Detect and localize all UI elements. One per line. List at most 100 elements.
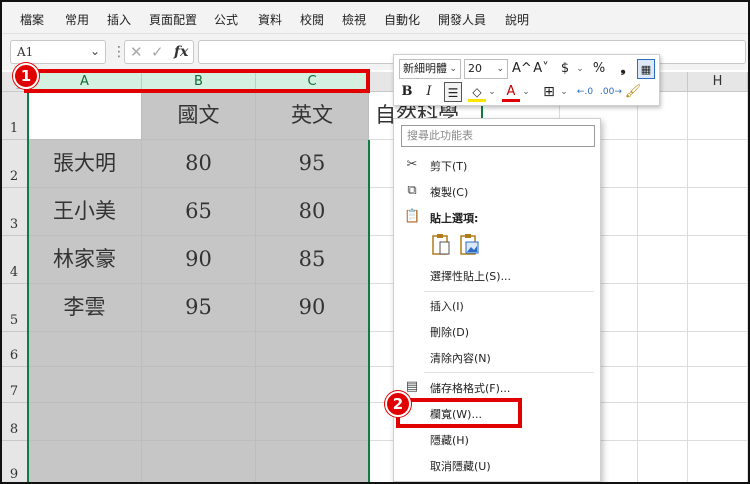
chevron-down-icon[interactable]: ⌄: [522, 82, 530, 102]
cell-c7[interactable]: [256, 367, 369, 403]
cell-c5[interactable]: 90: [256, 284, 369, 332]
cell-h5[interactable]: [688, 284, 748, 332]
decrease-decimal-icon[interactable]: .00→: [600, 82, 622, 102]
menu-item-cut[interactable]: ✂ 剪下(T): [394, 153, 600, 177]
cell-h6[interactable]: [688, 332, 748, 367]
cell-b7[interactable]: [142, 367, 256, 403]
format-painter-table-icon[interactable]: ▦: [637, 59, 655, 79]
shrink-font-button[interactable]: A˅: [532, 59, 550, 79]
row-header-1[interactable]: 1: [2, 92, 28, 140]
menu-data[interactable]: 資料: [258, 11, 282, 28]
menu-page-layout[interactable]: 頁面配置: [149, 11, 197, 28]
cell-h3[interactable]: [688, 188, 748, 236]
cell-g7[interactable]: [638, 367, 688, 403]
paste-option-picture[interactable]: [458, 233, 480, 257]
column-header-h[interactable]: H: [688, 72, 748, 92]
cell-g2[interactable]: [638, 140, 688, 188]
italic-button[interactable]: I: [420, 82, 438, 102]
grow-font-button[interactable]: A^: [512, 59, 532, 79]
menu-formulas[interactable]: 公式: [214, 11, 238, 28]
menu-view[interactable]: 檢視: [342, 11, 366, 28]
align-center-icon[interactable]: ☰: [444, 82, 462, 102]
row-header-3[interactable]: 3: [2, 188, 28, 236]
menu-item-clear-contents[interactable]: 清除內容(N): [394, 345, 600, 369]
fill-color-icon[interactable]: ◇: [468, 82, 486, 102]
increase-decimal-icon[interactable]: ←.0: [576, 82, 594, 102]
cell-a8[interactable]: [28, 403, 142, 441]
menu-file[interactable]: 檔案: [20, 11, 44, 28]
menu-item-delete[interactable]: 刪除(D): [394, 319, 600, 343]
cell-b8[interactable]: [142, 403, 256, 441]
cell-a6[interactable]: [28, 332, 142, 367]
cancel-icon[interactable]: ✕: [130, 43, 143, 61]
cell-b5[interactable]: 95: [142, 284, 256, 332]
cell-a4[interactable]: 林家豪: [28, 236, 142, 284]
font-name-select[interactable]: 新細明體 ⌄: [399, 59, 461, 79]
cell-h9[interactable]: [688, 441, 748, 482]
row-header-9[interactable]: 9: [2, 441, 28, 482]
cell-h4[interactable]: [688, 236, 748, 284]
cell-g3[interactable]: [638, 188, 688, 236]
menu-item-hide[interactable]: 隱藏(H): [394, 427, 600, 451]
menu-review[interactable]: 校閱: [300, 11, 324, 28]
cell-b4[interactable]: 90: [142, 236, 256, 284]
comma-style-button[interactable]: ❟: [614, 59, 632, 79]
row-header-2[interactable]: 2: [2, 140, 28, 188]
insert-function-button[interactable]: fx: [174, 44, 188, 60]
cell-b3[interactable]: 65: [142, 188, 256, 236]
menu-item-copy[interactable]: ⧉ 複製(C): [394, 179, 600, 203]
cell-g4[interactable]: [638, 236, 688, 284]
borders-icon[interactable]: ⊞: [540, 82, 558, 102]
menu-item-unhide[interactable]: 取消隱藏(U): [394, 453, 600, 477]
name-box[interactable]: A1 ⌄: [10, 40, 106, 64]
cell-b2[interactable]: 80: [142, 140, 256, 188]
cell-c8[interactable]: [256, 403, 369, 441]
currency-format-button[interactable]: $: [556, 59, 574, 79]
chevron-down-icon[interactable]: ⌄: [576, 59, 584, 79]
bold-button[interactable]: B: [398, 82, 416, 102]
row-header-7[interactable]: 7: [2, 367, 28, 403]
menu-item-format-cells[interactable]: ▤ 儲存格格式(F)...: [394, 375, 600, 399]
cell-c2[interactable]: 95: [256, 140, 369, 188]
font-size-select[interactable]: 20 ⌄: [464, 59, 508, 79]
menu-help[interactable]: 說明: [505, 11, 529, 28]
menu-developer[interactable]: 開發人員: [438, 11, 486, 28]
menu-item-insert[interactable]: 插入(I): [394, 293, 600, 317]
cell-a3[interactable]: 王小美: [28, 188, 142, 236]
cell-h7[interactable]: [688, 367, 748, 403]
cell-g6[interactable]: [638, 332, 688, 367]
row-header-6[interactable]: 6: [2, 332, 28, 367]
chevron-down-icon[interactable]: ⌄: [90, 44, 100, 58]
cell-h8[interactable]: [688, 403, 748, 441]
cell-a5[interactable]: 李雲: [28, 284, 142, 332]
percent-style-button[interactable]: %: [590, 59, 608, 79]
cell-a7[interactable]: [28, 367, 142, 403]
menu-item-paste-special[interactable]: 選擇性貼上(S)...: [394, 263, 600, 287]
menu-search-input[interactable]: 搜尋此功能表: [401, 125, 595, 147]
cell-c4[interactable]: 85: [256, 236, 369, 284]
cell-a1[interactable]: [28, 92, 142, 140]
paste-option-default[interactable]: [430, 233, 452, 257]
row-header-4[interactable]: 4: [2, 236, 28, 284]
chevron-down-icon[interactable]: ⌄: [488, 82, 496, 102]
cell-g9[interactable]: [638, 441, 688, 482]
more-options-icon[interactable]: ⋮: [112, 44, 126, 60]
cell-a2[interactable]: 張大明: [28, 140, 142, 188]
menu-automate[interactable]: 自動化: [384, 11, 420, 28]
chevron-down-icon[interactable]: ⌄: [560, 82, 568, 102]
cell-a9[interactable]: [28, 441, 142, 482]
cell-c1[interactable]: 英文: [256, 92, 369, 140]
menu-insert[interactable]: 插入: [107, 11, 131, 28]
cell-c3[interactable]: 80: [256, 188, 369, 236]
cell-b9[interactable]: [142, 441, 256, 482]
row-header-8[interactable]: 8: [2, 403, 28, 441]
cell-h1[interactable]: [688, 92, 748, 140]
menu-home[interactable]: 常用: [65, 11, 89, 28]
format-painter-icon[interactable]: 🖌: [624, 82, 642, 102]
cell-b6[interactable]: [142, 332, 256, 367]
cell-g5[interactable]: [638, 284, 688, 332]
font-color-button[interactable]: A: [502, 82, 520, 102]
row-header-5[interactable]: 5: [2, 284, 28, 332]
cell-g8[interactable]: [638, 403, 688, 441]
cell-h2[interactable]: [688, 140, 748, 188]
